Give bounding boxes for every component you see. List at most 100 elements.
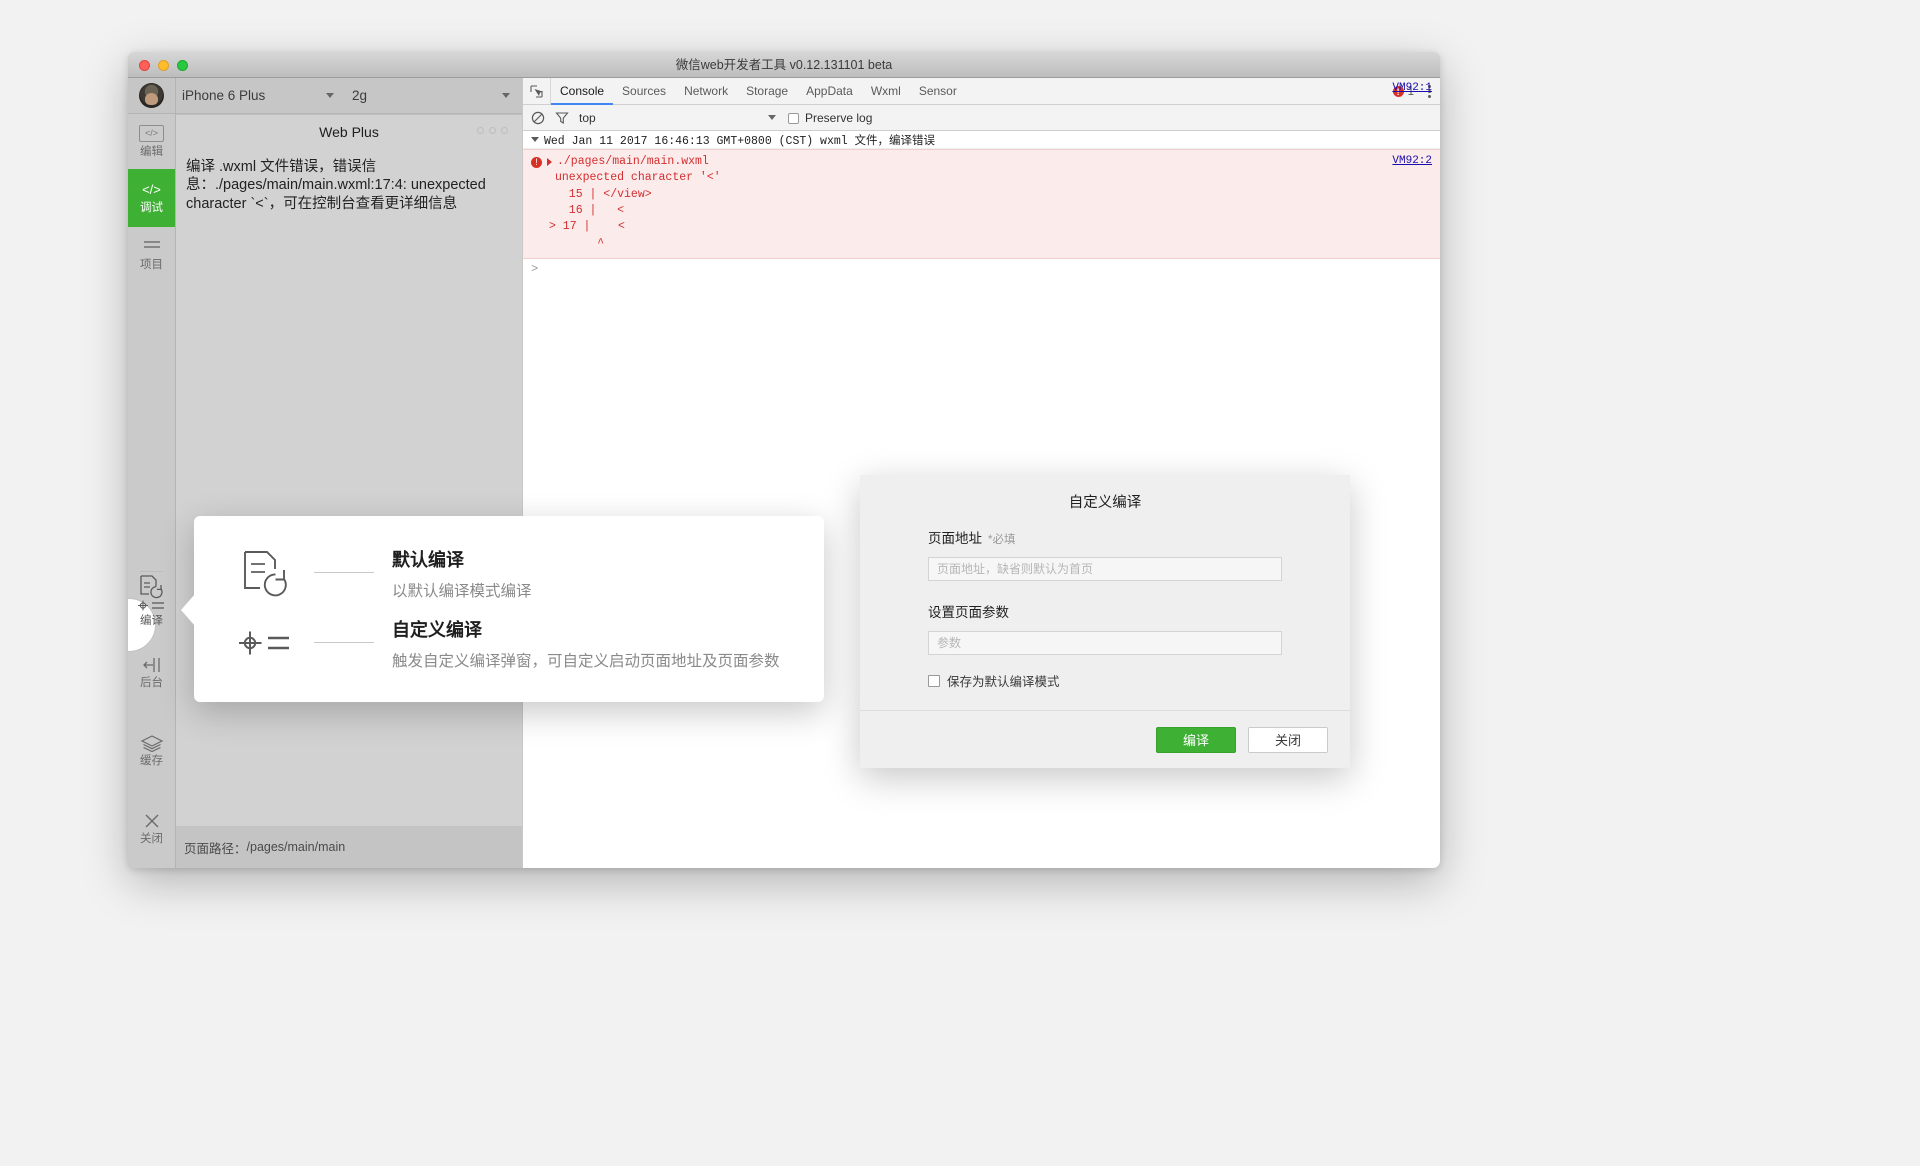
modal-footer: 编译 关闭	[860, 710, 1350, 768]
tab-console[interactable]: Console	[551, 78, 614, 105]
field-gap	[928, 581, 1282, 601]
log-group-header[interactable]: Wed Jan 11 2017 16:46:13 GMT+0800 (CST) …	[523, 82, 1440, 149]
log-error-source-link[interactable]: VM92:2	[1392, 154, 1432, 170]
clear-console-icon[interactable]	[531, 111, 545, 125]
chevron-down-icon	[326, 92, 334, 98]
coach-row-custom-compile: 自定义编译 触发自定义编译弹窗，可自定义启动页面地址及页面参数	[234, 614, 780, 671]
console-prompt[interactable]: >	[523, 259, 1440, 279]
simulator-footer: 页面路径： /pages/main/main	[176, 826, 522, 868]
preserve-log-label: Preserve log	[805, 111, 873, 125]
simulator-toolbar: iPhone 6 Plus 2g	[176, 78, 522, 114]
coach-leader-line	[314, 642, 374, 643]
save-default-toggle[interactable]: 保存为默认编译模式	[928, 671, 1282, 690]
left-icon-rail: </> 编辑 </> 调试 项目 编译 后台 缓存 关闭	[128, 78, 176, 868]
tab-label: Sensor	[918, 84, 957, 98]
page-url-input[interactable]	[928, 557, 1282, 581]
tab-label: Console	[560, 84, 605, 98]
screen-root: 微信web开发者工具 v0.12.131101 beta </> 编辑 </> …	[0, 0, 1920, 1166]
page-params-label: 设置页面参数	[928, 605, 1009, 620]
simulator-panel: iPhone 6 Plus 2g Web Plus 编译 .wxml 文件错误，…	[176, 78, 522, 868]
compile-clock-icon	[234, 545, 296, 601]
console-context-value[interactable]: top	[579, 111, 596, 125]
filter-funnel-icon[interactable]	[555, 111, 569, 125]
coach-text-block: 自定义编译 触发自定义编译弹窗，可自定义启动页面地址及页面参数	[392, 614, 780, 671]
device-select-value: iPhone 6 Plus	[182, 88, 266, 103]
tab-sources[interactable]: Sources	[613, 78, 675, 104]
page-params-label-row: 设置页面参数	[928, 601, 1282, 621]
simulator-navbar: Web Plus	[176, 115, 522, 149]
log-source-link[interactable]: VM92:1	[1392, 82, 1432, 94]
coach-leader-line	[314, 572, 374, 573]
avatar-cell[interactable]	[128, 78, 175, 114]
sidebar-item-compile[interactable]: 编译	[128, 572, 175, 634]
sidebar-item-close[interactable]: 关闭	[128, 790, 175, 868]
log-error-code-line: 15 | </view>	[555, 187, 652, 201]
window-titlebar: 微信web开发者工具 v0.12.131101 beta	[128, 52, 1440, 78]
preserve-log-toggle[interactable]: Preserve log	[788, 105, 872, 131]
inspect-element-icon[interactable]	[523, 78, 551, 104]
coach-connector-line	[824, 629, 861, 637]
chevron-down-icon[interactable]	[768, 115, 776, 120]
chevron-right-icon[interactable]	[547, 158, 552, 167]
close-button[interactable]: 关闭	[1248, 726, 1328, 753]
tab-network[interactable]: Network	[675, 78, 737, 104]
tab-appdata[interactable]: AppData	[797, 78, 862, 104]
tab-label: Network	[684, 84, 729, 98]
simulator-screen: Web Plus 编译 .wxml 文件错误，错误信息：./pages/main…	[176, 114, 522, 826]
log-error-code-line: 16 | <	[555, 203, 625, 217]
sidebar-item-label: 编译	[140, 615, 163, 628]
chevron-down-icon	[502, 92, 510, 98]
simulator-error-text: 编译 .wxml 文件错误，错误信息：./pages/main/main.wxm…	[186, 159, 486, 212]
sidebar-item-label: 项目	[140, 258, 163, 271]
sidebar-item-project[interactable]: 项目	[128, 227, 175, 282]
tab-label: AppData	[806, 84, 853, 98]
console-prompt-caret: >	[531, 261, 539, 276]
settings-list-icon	[137, 600, 167, 611]
sidebar-item-label: 缓存	[140, 755, 163, 768]
tab-sensor[interactable]: Sensor	[910, 78, 966, 104]
save-default-checkbox[interactable]	[928, 674, 940, 687]
tab-storage[interactable]: Storage	[737, 78, 797, 104]
coach-tooltip: 默认编译 以默认编译模式编译 自定义编译 触发自定义编译弹窗，可自定义启动页面地…	[181, 516, 824, 702]
sidebar-item-cache[interactable]: 缓存	[128, 712, 175, 790]
page-params-input[interactable]	[928, 631, 1282, 655]
network-select[interactable]: 2g	[346, 78, 522, 114]
custom-compile-modal: 自定义编译 页面地址 *必填 设置页面参数 保存为默认编译模式 编译 关闭	[860, 475, 1350, 768]
avatar	[139, 83, 164, 108]
coach-subtitle: 以默认编译模式编译	[392, 583, 532, 600]
log-error-caret-line: ^	[549, 236, 605, 250]
compile-button[interactable]: 编译	[1156, 726, 1236, 753]
sidebar-item-editor[interactable]: </> 编辑	[128, 114, 175, 169]
sidebar-item-debugger[interactable]: </> 调试	[128, 169, 175, 227]
modal-body: 页面地址 *必填 设置页面参数 保存为默认编译模式	[860, 527, 1350, 690]
coach-title: 自定义编译	[392, 620, 482, 640]
log-error-code-line: > 17 | <	[549, 220, 625, 234]
console-log-list: Wed Jan 11 2017 16:46:13 GMT+0800 (CST) …	[523, 82, 1440, 279]
tab-wxml[interactable]: Wxml	[862, 78, 910, 104]
coach-title: 默认编译	[392, 550, 464, 570]
sidebar-item-label: 调试	[140, 202, 163, 215]
more-dots-icon[interactable]	[477, 127, 508, 134]
log-error-message: unexpected character '<'	[555, 171, 721, 185]
page-path-value: /pages/main/main	[246, 840, 346, 854]
network-select-value: 2g	[352, 88, 368, 103]
log-error-head[interactable]: ! ./pages/main/main.wxml	[531, 154, 1432, 170]
layers-icon	[140, 734, 164, 752]
page-path-label: 页面路径：	[184, 841, 247, 856]
code-brackets-icon: </>	[142, 182, 161, 198]
page-url-label-row: 页面地址 *必填	[928, 527, 1282, 547]
required-mark: *必填	[988, 534, 1016, 546]
sidebar-item-label: 编辑	[140, 145, 163, 158]
tab-label: Storage	[746, 84, 789, 98]
tab-label: Sources	[622, 84, 667, 98]
save-default-label: 保存为默认编译模式	[947, 675, 1060, 689]
log-error-entry: VM92:2 ! ./pages/main/main.wxml unexpect…	[523, 149, 1440, 259]
chevron-down-icon[interactable]	[531, 137, 539, 142]
device-select[interactable]: iPhone 6 Plus	[176, 78, 346, 114]
preserve-log-checkbox[interactable]	[788, 112, 799, 124]
devtools-tabbar: Console Sources Network Storage AppData …	[523, 78, 1440, 105]
rail-spacer	[128, 282, 175, 571]
window-title: 微信web开发者工具 v0.12.131101 beta	[675, 58, 893, 72]
tab-label: Wxml	[870, 84, 901, 98]
console-filter-bar: top Preserve log	[523, 105, 1440, 131]
